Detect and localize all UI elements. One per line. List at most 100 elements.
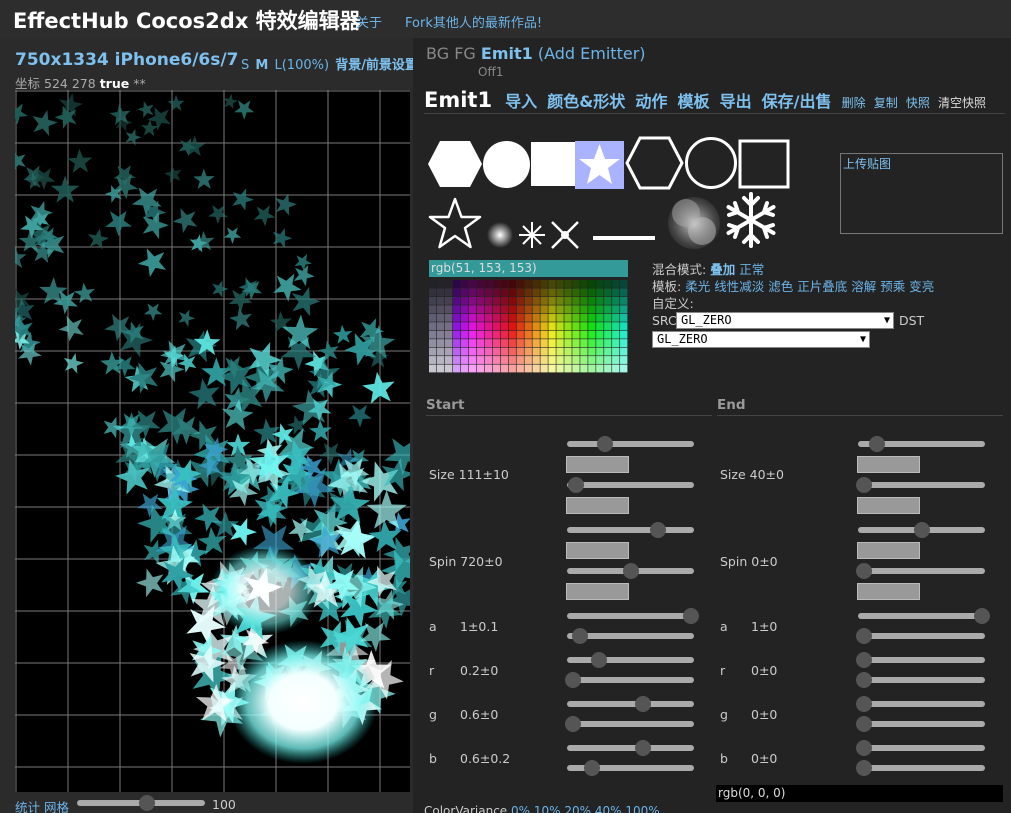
color-swatch[interactable]: [516, 313, 524, 322]
start-spin-base-slider[interactable]: [567, 522, 694, 538]
end-a-base-slider[interactable]: [858, 608, 991, 624]
size-l-link[interactable]: L(100%): [274, 58, 329, 73]
end-size-var-input[interactable]: [857, 497, 920, 514]
color-swatch[interactable]: [604, 296, 612, 305]
color-swatch[interactable]: [620, 330, 628, 339]
color-swatch[interactable]: [620, 322, 628, 331]
color-swatch[interactable]: [620, 339, 628, 348]
color-swatch[interactable]: [429, 347, 437, 356]
color-swatch[interactable]: [476, 364, 485, 373]
blend-mode-normal[interactable]: 正常: [739, 262, 764, 277]
color-swatch[interactable]: [516, 330, 524, 339]
blend-template-lighten[interactable]: 变亮: [909, 279, 934, 294]
color-swatch[interactable]: [508, 339, 516, 348]
color-swatch[interactable]: [588, 313, 596, 322]
color-swatch[interactable]: [468, 356, 477, 364]
color-swatch[interactable]: [508, 288, 516, 297]
color-swatch[interactable]: [548, 313, 556, 322]
about-link[interactable]: 关于: [356, 12, 382, 31]
color-swatch[interactable]: [564, 288, 572, 297]
color-swatch[interactable]: [492, 280, 501, 288]
color-swatch[interactable]: [452, 305, 461, 314]
color-swatch[interactable]: [604, 356, 612, 364]
color-swatch[interactable]: [572, 305, 580, 314]
color-swatch[interactable]: [524, 305, 532, 314]
color-swatch[interactable]: [516, 347, 524, 356]
delete-link[interactable]: 删除: [842, 94, 866, 111]
color-swatch[interactable]: [476, 347, 485, 356]
color-swatch[interactable]: [468, 339, 477, 348]
color-swatch[interactable]: [524, 330, 532, 339]
color-swatch[interactable]: [540, 305, 548, 314]
color-swatch[interactable]: [532, 280, 540, 288]
color-swatch[interactable]: [429, 322, 437, 331]
color-swatch[interactable]: [484, 280, 493, 288]
color-swatch[interactable]: [612, 305, 620, 314]
color-swatch[interactable]: [612, 313, 620, 322]
color-swatch[interactable]: [492, 347, 501, 356]
color-swatch[interactable]: [516, 339, 524, 348]
color-swatch[interactable]: [500, 330, 508, 339]
color-swatch[interactable]: [548, 296, 556, 305]
color-swatch[interactable]: [492, 296, 501, 305]
start-spin-var-slider-knob[interactable]: [622, 563, 639, 579]
color-swatch[interactable]: [500, 347, 508, 356]
color-swatch[interactable]: [516, 356, 524, 364]
color-swatch[interactable]: [476, 296, 485, 305]
color-swatch[interactable]: [476, 288, 485, 297]
tab-color-shape[interactable]: 颜色&形状: [547, 88, 625, 112]
color-swatch[interactable]: [548, 339, 556, 348]
color-swatch[interactable]: [604, 364, 612, 373]
color-swatch[interactable]: [612, 364, 620, 373]
color-swatch[interactable]: [476, 322, 485, 331]
color-swatch[interactable]: [484, 322, 493, 331]
color-swatch[interactable]: [452, 313, 461, 322]
color-swatch[interactable]: [588, 364, 596, 373]
color-swatch[interactable]: [572, 339, 580, 348]
color-swatch[interactable]: [596, 347, 604, 356]
color-swatch[interactable]: [580, 347, 588, 356]
color-swatch[interactable]: [492, 322, 501, 331]
copy-link[interactable]: 复制: [874, 94, 898, 111]
end-spin-base-input[interactable]: [857, 542, 920, 559]
color-swatch[interactable]: [500, 356, 508, 364]
start-size-base-slider-knob[interactable]: [597, 436, 614, 452]
end-spin-base-slider-knob[interactable]: [913, 522, 930, 538]
color-swatch[interactable]: [540, 296, 548, 305]
cross-flare-shape[interactable]: [549, 219, 581, 251]
color-swatch[interactable]: [444, 356, 453, 364]
start-b-base-slider[interactable]: [567, 740, 694, 756]
color-swatch[interactable]: [612, 322, 620, 331]
color-swatch[interactable]: [532, 288, 540, 297]
end-size-base-slider-knob[interactable]: [869, 436, 886, 452]
circle-filled-shape[interactable]: [482, 140, 531, 189]
color-swatch[interactable]: [484, 296, 493, 305]
grid-link[interactable]: 网格: [44, 800, 69, 813]
color-swatch[interactable]: [548, 305, 556, 314]
color-swatch[interactable]: [548, 330, 556, 339]
color-swatch[interactable]: [476, 280, 485, 288]
color-swatch[interactable]: [540, 364, 548, 373]
color-swatch[interactable]: [444, 305, 453, 314]
color-swatch[interactable]: [460, 330, 469, 339]
color-swatch[interactable]: [588, 305, 596, 314]
color-swatch[interactable]: [596, 313, 604, 322]
color-swatch[interactable]: [484, 313, 493, 322]
color-swatch[interactable]: [572, 313, 580, 322]
color-swatch[interactable]: [516, 280, 524, 288]
start-spin-var-input[interactable]: [566, 583, 629, 600]
color-swatch[interactable]: [492, 339, 501, 348]
fg-emitter[interactable]: FG: [454, 44, 476, 63]
color-swatch[interactable]: [436, 347, 445, 356]
color-swatch[interactable]: [516, 322, 524, 331]
color-swatch[interactable]: [572, 330, 580, 339]
color-swatch[interactable]: [476, 356, 485, 364]
end-a-var-slider[interactable]: [856, 628, 985, 644]
color-swatch[interactable]: [556, 356, 564, 364]
color-swatch[interactable]: [436, 322, 445, 331]
color-swatch[interactable]: [588, 347, 596, 356]
color-swatch[interactable]: [540, 280, 548, 288]
color-swatch[interactable]: [612, 347, 620, 356]
end-size-base-slider[interactable]: [858, 436, 985, 452]
size-m-link[interactable]: M: [255, 58, 268, 73]
